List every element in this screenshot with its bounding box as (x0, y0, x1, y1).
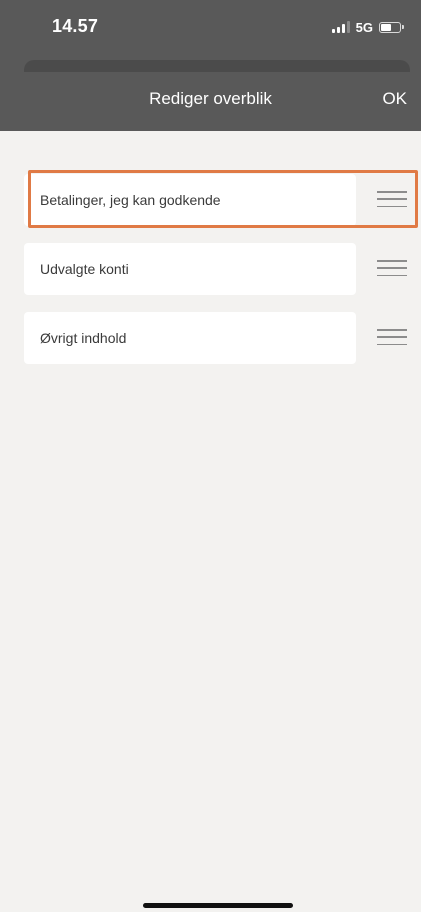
list-item-label: Udvalgte konti (40, 261, 129, 277)
list-item-card[interactable]: Udvalgte konti (24, 243, 356, 295)
list-item-card[interactable]: Øvrigt indhold (24, 312, 356, 364)
section-list: Betalinger, jeg kan godkende Udvalgte ko… (0, 174, 421, 381)
drag-handle-icon[interactable] (377, 260, 407, 276)
list-item[interactable]: Betalinger, jeg kan godkende (0, 174, 421, 226)
battery-fill (381, 23, 391, 31)
status-time: 14.57 (52, 16, 99, 36)
header-area: 14.57 5G Rediger overblik OK (0, 0, 421, 131)
cellular-signal-icon (331, 21, 350, 33)
home-indicator[interactable] (143, 903, 293, 908)
drag-handle-icon[interactable] (377, 329, 407, 345)
list-item-label: Betalinger, jeg kan godkende (40, 192, 221, 208)
list-item-label: Øvrigt indhold (40, 330, 127, 346)
battery-icon (379, 21, 404, 33)
network-type-label: 5G (355, 19, 373, 35)
list-item[interactable]: Øvrigt indhold (0, 312, 421, 364)
list-item[interactable]: Udvalgte konti (0, 243, 421, 295)
drag-handle-icon[interactable] (377, 191, 407, 207)
ok-button[interactable]: OK (382, 89, 407, 109)
status-bar: 14.57 5G (0, 0, 421, 56)
page-title: Rediger overblik (149, 89, 272, 108)
navigation-bar: Rediger overblik OK (0, 72, 421, 131)
list-item-card[interactable]: Betalinger, jeg kan godkende (24, 174, 356, 226)
sheet-background-edge (24, 60, 410, 72)
status-indicators: 5G (331, 19, 404, 35)
